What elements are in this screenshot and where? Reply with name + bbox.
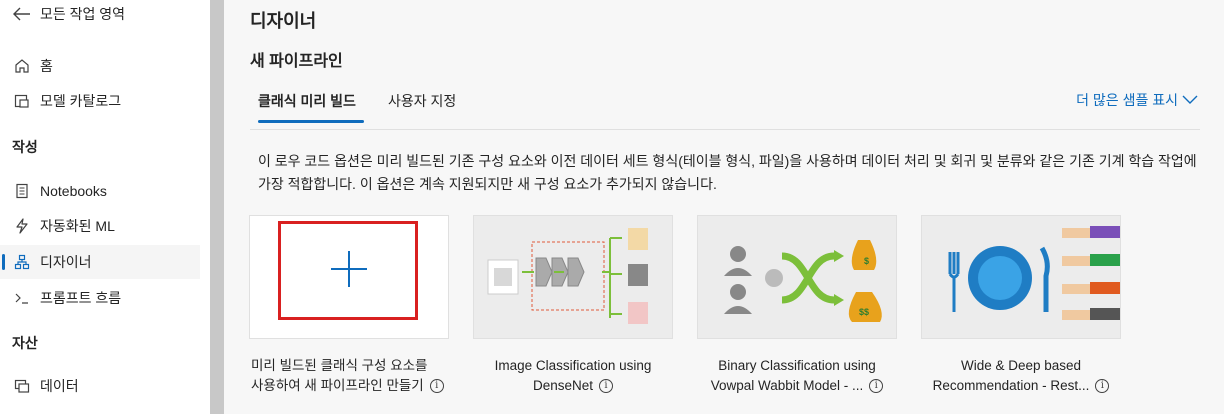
sidebar-item-label: 모델 카탈로그 <box>40 93 122 109</box>
sidebar-item-label: 자동화된 ML <box>40 218 115 234</box>
sidebar-item-label: Notebooks <box>40 183 107 199</box>
recommendation-illustration <box>948 226 1120 320</box>
chevron-down-icon <box>1182 95 1198 104</box>
show-more-samples-button[interactable]: 더 많은 샘플 표시 <box>1076 90 1198 110</box>
sidebar-item-label: 홈 <box>40 58 53 74</box>
sidebar-item-designer[interactable]: 디자이너 <box>0 245 200 279</box>
card-line-2: 사용하여 새 파이프라인 만들기 <box>251 378 424 393</box>
card-wide-deep-recommendation[interactable] <box>921 215 1121 339</box>
section-assets: 자산 <box>12 335 38 351</box>
lightning-icon <box>12 216 32 236</box>
card-label-binary-classification: Binary Classification using Vowpal Wabbi… <box>685 356 909 396</box>
tab-custom[interactable]: 사용자 지정 <box>388 91 456 111</box>
sidebar-item-data[interactable]: 데이터 <box>0 369 200 403</box>
plus-icon <box>331 251 367 287</box>
sidebar-item-prompt-flow[interactable]: 프롬프트 흐름 <box>0 281 200 315</box>
card-line-2: DenseNet <box>532 378 594 393</box>
main-content: 디자이너 새 파이프라인 클래식 미리 빌드 사용자 지정 더 많은 샘플 표시… <box>224 0 1224 414</box>
sidebar-item-label: 데이터 <box>40 378 79 394</box>
back-label: 모든 작업 영역 <box>40 6 126 22</box>
home-icon <box>12 56 32 76</box>
svg-text:$: $ <box>864 256 869 266</box>
tab-divider <box>250 129 1200 130</box>
info-icon[interactable]: i <box>869 379 884 394</box>
card-label-create-new: 미리 빌드된 클래식 구성 요소를 사용하여 새 파이프라인 만들기 i <box>251 356 475 396</box>
card-line-1: Wide & Deep based <box>960 358 1082 373</box>
card-label-wide-deep-recommendation: Wide & Deep based Recommendation - Rest.… <box>909 356 1133 396</box>
info-icon[interactable]: i <box>429 379 444 394</box>
card-create-new-pipeline[interactable] <box>249 215 449 339</box>
svg-text:$$: $$ <box>859 307 869 317</box>
card-label-image-classification: Image Classification using DenseNet i <box>461 356 685 396</box>
catalog-icon <box>12 91 32 111</box>
sidebar-item-automl[interactable]: 자동화된 ML <box>0 209 200 243</box>
more-samples-label: 더 많은 샘플 표시 <box>1076 92 1178 108</box>
tab-classic-prebuilt[interactable]: 클래식 미리 빌드 <box>258 91 356 111</box>
notebook-icon <box>12 181 32 201</box>
card-line-1: 미리 빌드된 클래식 구성 요소를 <box>251 358 428 373</box>
card-image-classification[interactable] <box>473 215 673 339</box>
data-icon <box>12 376 32 396</box>
back-to-workspaces[interactable]: 모든 작업 영역 <box>0 0 200 31</box>
left-nav: 모든 작업 영역 홈 모델 카탈로그 작성 Notebooks 자동화된 ML … <box>0 0 210 414</box>
info-icon[interactable]: i <box>1095 379 1110 394</box>
section-title: 새 파이프라인 <box>250 53 343 70</box>
sidebar-item-label: 디자이너 <box>40 254 92 270</box>
sidebar-item-home[interactable]: 홈 <box>0 49 200 83</box>
card-line-1: Image Classification using <box>494 358 652 373</box>
section-authoring: 작성 <box>12 139 38 155</box>
sidebar-item-label: 프롬프트 흐름 <box>40 290 122 306</box>
card-binary-classification[interactable]: $ $$ <box>697 215 897 339</box>
binary-classification-illustration: $ $$ <box>724 240 882 322</box>
sidebar-item-notebooks[interactable]: Notebooks <box>0 174 200 208</box>
description-text: 이 로우 코드 옵션은 미리 빌드된 기존 구성 요소와 이전 데이터 세트 형… <box>258 153 1197 192</box>
info-icon[interactable]: i <box>599 379 614 394</box>
card-line-1: Binary Classification using <box>718 358 876 373</box>
image-classification-illustration <box>487 228 648 324</box>
designer-icon <box>12 252 32 272</box>
card-line-2: Recommendation - Rest... <box>932 378 1090 393</box>
card-line-2: Vowpal Wabbit Model - ... <box>710 378 864 393</box>
nav-scrollbar[interactable] <box>210 0 224 414</box>
terminal-icon <box>12 288 32 308</box>
sidebar-item-model-catalog[interactable]: 모델 카탈로그 <box>0 84 200 118</box>
active-tab-indicator <box>258 120 364 123</box>
arrow-left-icon <box>12 4 32 24</box>
page-title: 디자이너 <box>250 11 317 31</box>
